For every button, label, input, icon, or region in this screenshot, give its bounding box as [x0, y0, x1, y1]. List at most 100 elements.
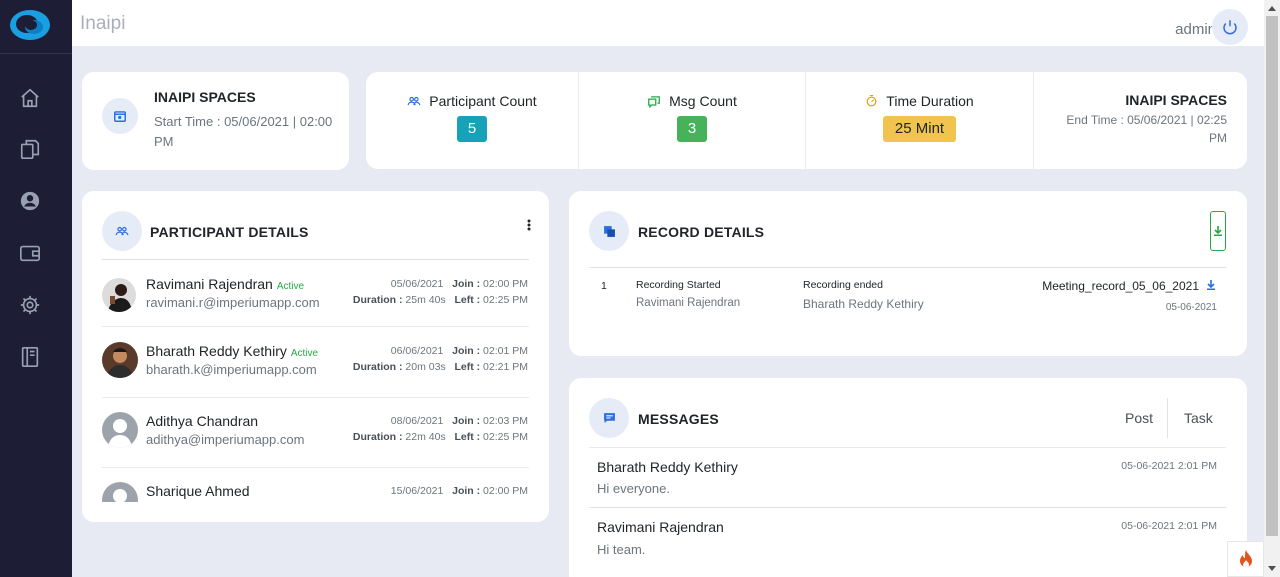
message-time: 05-06-2021 2:01 PM	[1121, 520, 1217, 532]
time-duration-label: Time Duration	[886, 93, 974, 109]
app-title: Inaipi	[80, 13, 126, 34]
participant-count-label: Participant Count	[429, 93, 537, 109]
participants-icon	[407, 96, 421, 106]
space-end-title: INAIPI SPACES	[1125, 92, 1227, 108]
user-icon[interactable]	[19, 190, 41, 212]
participant-name: Bharath Reddy Kethiry Active	[146, 343, 319, 359]
app-logo[interactable]	[9, 7, 51, 43]
record-details-card: RECORD DETAILS 1 Recording Started Ravim…	[569, 191, 1247, 356]
floating-widget-button[interactable]	[1227, 541, 1264, 577]
record-date: 05-06-2021	[1165, 302, 1217, 313]
participant-row[interactable]: Adithya Chandran adithya@imperiumapp.com…	[102, 404, 528, 474]
power-icon	[1223, 20, 1237, 35]
msg-count-stat: Msg Count 3	[579, 72, 805, 169]
participant-date-join: 08/06/2021 Join : 02:03 PM	[390, 415, 528, 427]
participant-count-stat: Participant Count 5	[366, 72, 578, 169]
record-index: 1	[601, 280, 607, 292]
avatar	[102, 278, 136, 312]
more-options-icon[interactable]	[527, 219, 531, 231]
messages-icon-circle	[589, 398, 629, 438]
sidebar	[0, 0, 72, 577]
participant-duration-left: Duration : 25m 40s Left : 02:25 PM	[352, 294, 528, 306]
space-start-card: INAIPI SPACES Start Time : 05/06/2021 | …	[82, 72, 349, 170]
msg-count-label: Msg Count	[669, 93, 737, 109]
record-file-name[interactable]: Meeting_record_05_06_2021	[1042, 279, 1199, 293]
calendar-icon	[114, 111, 126, 122]
notebook-icon[interactable]	[19, 346, 41, 368]
participant-date-join: 06/06/2021 Join : 02:01 PM	[390, 345, 528, 357]
participant-row[interactable]: Bharath Reddy Kethiry Active bharath.k@im…	[102, 334, 528, 404]
message-divider	[589, 507, 1226, 508]
header-divider	[589, 267, 1226, 268]
start-time: Start Time : 05/06/2021 | 02:00 PM	[154, 114, 333, 149]
stat-divider	[1033, 72, 1034, 169]
time-duration-stat: Time Duration 25 Mint	[806, 72, 1033, 169]
avatar-placeholder-icon	[102, 412, 138, 448]
wallet-icon[interactable]	[19, 242, 41, 264]
messages-card: MESSAGES Post Task Bharath Reddy Kethiry…	[569, 378, 1247, 577]
msg-count-value: 3	[676, 116, 708, 142]
logout-button[interactable]	[1212, 9, 1248, 45]
scroll-up-icon[interactable]	[1268, 6, 1276, 11]
download-icon	[1214, 226, 1222, 236]
scroll-thumb[interactable]	[1266, 16, 1278, 536]
participant-duration-left: Duration : 20m 03s Left : 02:21 PM	[352, 361, 528, 373]
row-divider	[102, 467, 529, 468]
tab-task[interactable]: Task	[1184, 410, 1213, 426]
header-divider	[102, 259, 529, 260]
participant-duration-left: Duration : 22m 40s Left : 02:25 PM	[352, 431, 528, 443]
sidebar-divider	[0, 53, 72, 54]
participant-details-title: PARTICIPANT DETAILS	[150, 224, 309, 240]
row-divider	[102, 326, 529, 327]
flame-icon	[1239, 550, 1252, 568]
active-badge: Active	[276, 281, 305, 292]
row-divider	[102, 397, 529, 398]
calendar-icon-circle	[102, 98, 138, 134]
space-title: INAIPI SPACES	[154, 89, 256, 105]
participant-email: adithya@imperiumapp.com	[146, 432, 305, 447]
participant-count-value: 5	[456, 116, 488, 142]
participant-email: ravimani.r@imperiumapp.com	[146, 295, 320, 310]
record-icon-circle	[589, 211, 629, 251]
message-text: Hi everyone.	[597, 481, 670, 496]
active-badge: Active	[290, 348, 319, 359]
participant-name: Adithya Chandran	[146, 413, 259, 429]
participant-date-join: 15/06/2021 Join : 02:00 PM	[390, 485, 528, 497]
tab-divider	[1167, 398, 1168, 438]
participant-date-join: 05/06/2021 Join : 02:00 PM	[390, 278, 528, 290]
copy-icon	[603, 225, 615, 237]
recording-started-label: Recording Started	[636, 279, 721, 291]
message-sender: Ravimani Rajendran	[597, 519, 724, 535]
participant-name: Sharique Ahmed	[146, 483, 250, 499]
avatar-placeholder-icon	[102, 482, 138, 502]
header-divider	[589, 447, 1226, 448]
page-scrollbar[interactable]	[1264, 0, 1280, 577]
tab-post[interactable]: Post	[1125, 410, 1153, 426]
participant-row[interactable]: Sharique Ahmed 15/06/2021 Join : 02:00 P…	[102, 474, 528, 502]
messages-title: MESSAGES	[638, 411, 719, 427]
download-all-button[interactable]	[1210, 211, 1226, 251]
messages-icon	[648, 95, 661, 108]
recording-started-by: Ravimani Rajendran	[636, 297, 741, 309]
participant-name: Ravimani Rajendran Active	[146, 276, 305, 292]
message-sender: Bharath Reddy Kethiry	[597, 459, 738, 475]
message-time: 05-06-2021 2:01 PM	[1121, 460, 1217, 472]
participant-details-card: PARTICIPANT DETAILS Ravimani Rajendran Ac…	[82, 191, 549, 522]
participants-icon	[115, 226, 129, 236]
participant-email: bharath.k@imperiumapp.com	[146, 362, 317, 377]
participants-icon-circle	[102, 211, 142, 251]
files-icon[interactable]	[19, 138, 41, 160]
home-icon[interactable]	[19, 87, 41, 109]
user-name[interactable]: admin	[1175, 21, 1216, 38]
recording-ended-label: Recording ended	[803, 279, 883, 291]
settings-icon[interactable]	[19, 294, 41, 316]
end-time: End Time : 05/06/2021 | 02:25 PM	[1066, 113, 1227, 145]
space-end: INAIPI SPACES End Time : 05/06/2021 | 02…	[1047, 92, 1227, 147]
message-text: Hi team.	[597, 542, 646, 557]
top-bar: Inaipi admin	[72, 0, 1264, 46]
recording-ended-by: Bharath Reddy Kethiry	[803, 297, 924, 311]
time-duration-value: 25 Mint	[882, 116, 957, 142]
download-icon[interactable]	[1207, 280, 1215, 290]
timer-icon	[866, 94, 877, 107]
scroll-down-icon[interactable]	[1268, 566, 1276, 571]
